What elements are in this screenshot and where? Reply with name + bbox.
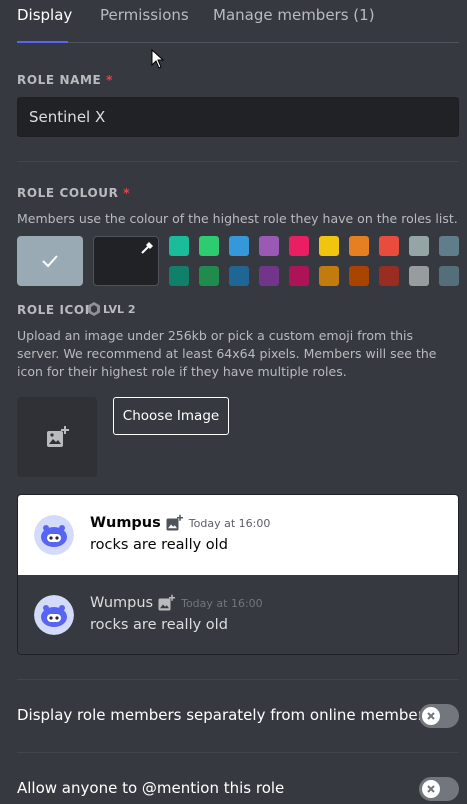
toggle-knob — [422, 707, 440, 725]
colour-swatch[interactable] — [259, 236, 279, 256]
choose-image-button[interactable]: Choose Image — [113, 397, 229, 435]
mouse-cursor-icon — [151, 49, 165, 69]
section-divider — [17, 679, 459, 680]
colour-swatch[interactable] — [229, 266, 249, 286]
required-mark: * — [106, 73, 114, 87]
add-image-icon — [47, 426, 69, 447]
colour-swatch[interactable] — [439, 266, 459, 286]
message-text: rocks are really old — [90, 537, 228, 553]
preview-light: Wumpus Today at 16:00 rocks are really o… — [18, 495, 458, 575]
eyedropper-icon — [141, 242, 153, 254]
tab-manage-members[interactable]: Manage members (1) — [213, 6, 375, 24]
message-text: rocks are really old — [90, 617, 228, 633]
colour-swatch[interactable] — [319, 266, 339, 286]
colour-swatch[interactable] — [379, 236, 399, 256]
message-header: Wumpus Today at 16:00 — [90, 594, 263, 612]
tab-display[interactable]: Display — [17, 6, 72, 24]
message-header: Wumpus Today at 16:00 — [90, 514, 270, 532]
checkmark-icon — [42, 255, 58, 268]
preview-dark: Wumpus Today at 16:00 rocks are really o… — [18, 575, 458, 654]
colour-swatch[interactable] — [169, 266, 189, 286]
role-icon-upload[interactable] — [17, 397, 97, 477]
colour-swatch[interactable] — [199, 266, 219, 286]
toggle-knob — [422, 780, 440, 798]
required-mark: * — [123, 186, 131, 200]
colour-swatch[interactable] — [259, 266, 279, 286]
close-icon — [427, 712, 435, 720]
section-divider — [17, 752, 459, 753]
author-name: Wumpus — [90, 595, 154, 611]
allow-mention-label: Allow anyone to @mention this role — [17, 779, 285, 797]
role-colour-label: ROLE COLOUR * — [17, 186, 131, 200]
wumpus-avatar — [34, 595, 74, 635]
default-colour-swatch[interactable] — [17, 236, 83, 286]
role-icon-placeholder-icon — [166, 514, 183, 531]
display-separately-setting: Display role members separately from onl… — [17, 704, 459, 728]
colour-swatch[interactable] — [349, 266, 369, 286]
display-separately-toggle[interactable] — [419, 704, 459, 728]
message-timestamp: Today at 16:00 — [188, 516, 271, 530]
colour-swatch[interactable] — [439, 236, 459, 256]
level-badge: LVL 2 — [88, 300, 136, 318]
level-badge-text: LVL 2 — [103, 302, 136, 316]
colour-swatch[interactable] — [379, 266, 399, 286]
close-icon — [427, 785, 435, 793]
colour-swatch[interactable] — [409, 266, 429, 286]
role-preview: Wumpus Today at 16:00 rocks are really o… — [17, 494, 459, 655]
colour-swatch[interactable] — [289, 266, 309, 286]
role-name-label: ROLE NAME * — [17, 73, 114, 87]
display-separately-label: Display role members separately from onl… — [17, 706, 432, 724]
role-icon-label: ROLE ICON — [17, 303, 96, 317]
tab-bar: Display Permissions Manage members (1) — [0, 0, 467, 44]
role-colour-help: Members use the colour of the highest ro… — [17, 211, 458, 226]
custom-colour-swatch[interactable] — [93, 236, 159, 286]
role-icon-help: Upload an image under 256kb or pick a cu… — [17, 328, 437, 379]
allow-mention-setting: Allow anyone to @mention this role — [17, 777, 459, 801]
role-icon-placeholder-icon — [158, 594, 176, 611]
colour-swatch[interactable] — [169, 236, 189, 256]
colour-swatch[interactable] — [199, 236, 219, 256]
colour-swatch[interactable] — [289, 236, 309, 256]
allow-mention-toggle[interactable] — [419, 777, 459, 801]
role-name-input[interactable] — [17, 97, 459, 137]
colour-swatch[interactable] — [349, 236, 369, 256]
tab-permissions[interactable]: Permissions — [100, 6, 189, 24]
active-tab-indicator — [17, 41, 68, 43]
wumpus-avatar — [34, 515, 74, 555]
boost-gem-icon — [88, 302, 100, 316]
colour-swatch[interactable] — [319, 236, 339, 256]
tab-divider — [17, 42, 459, 43]
colour-swatch[interactable] — [229, 236, 249, 256]
section-divider — [17, 161, 459, 162]
message-timestamp: Today at 16:00 — [181, 596, 263, 610]
author-name: Wumpus — [90, 515, 161, 531]
colour-swatch[interactable] — [409, 236, 429, 256]
